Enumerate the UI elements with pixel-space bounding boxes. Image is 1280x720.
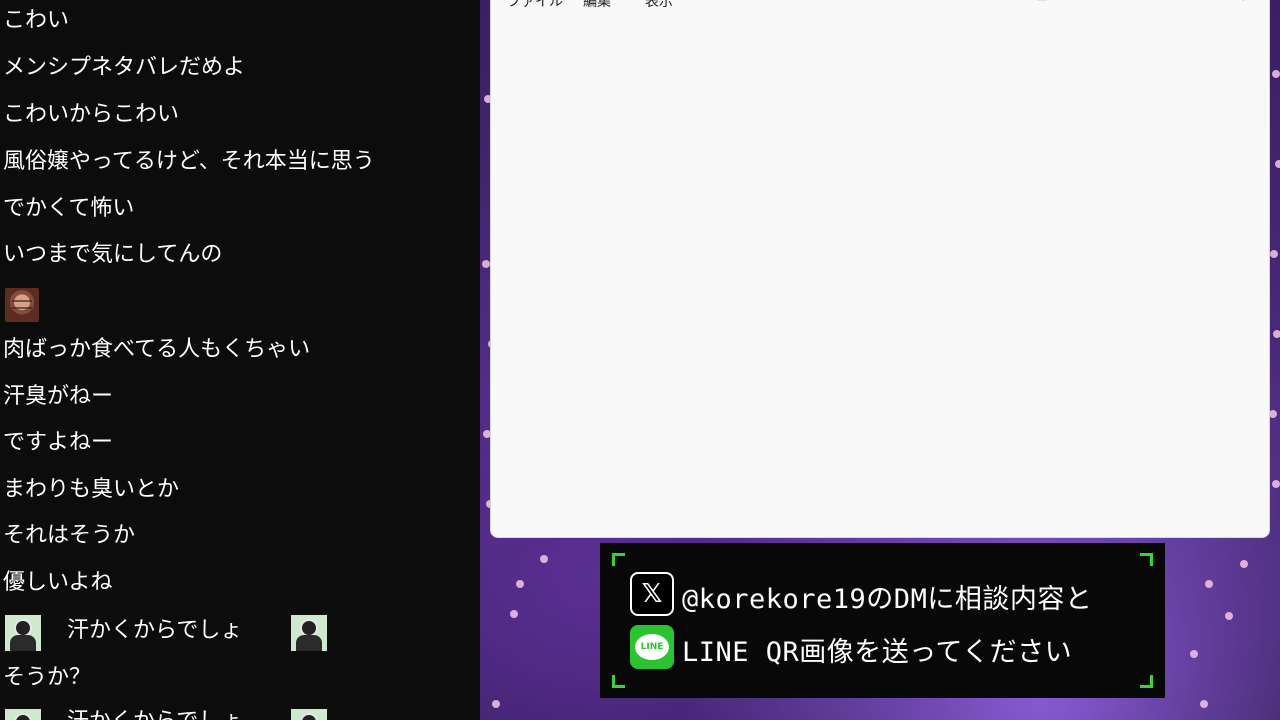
chat-message: ですよねー [3, 430, 114, 455]
chat-message: 汗臭がねー [3, 384, 114, 409]
chat-message: そうか？ [3, 665, 92, 690]
chat-message: こわいからこわい [3, 102, 180, 127]
clear-format-icon[interactable]: ⌫ [1097, 0, 1117, 5]
chat-message: 肉ばっか食べてる人もくちゃい [3, 337, 311, 362]
chat-message: 風俗嬢やってるけど、それ本当に思う [3, 149, 375, 174]
notepad-window: ファイル 編集 表示 Ⅲ ⌄ ☰ ⌄ B I S̶ ∞ ⊞ ⌄ ⌫ ❖ ⚙ [490, 0, 1270, 538]
chat-message: 汗かくからでしょ [67, 618, 243, 643]
line-logo-icon: LINE [630, 625, 674, 669]
menu-edit[interactable]: 編集 [583, 0, 611, 11]
copilot-icon[interactable]: ❖ [1199, 0, 1212, 5]
x-logo-icon: 𝕏 [630, 572, 674, 616]
chat-message: それはそうか [3, 523, 136, 548]
chat-message: でかくて怖い [3, 196, 135, 221]
strikethrough-icon[interactable]: S̶ [961, 0, 970, 5]
chat-message: いつまで気にしてんの [3, 242, 223, 267]
table-icon[interactable]: ⊞ ⌄ [1036, 0, 1064, 5]
banner-line-1: @korekore19のDMに相談内容と [682, 584, 1093, 615]
list-icon[interactable]: ☰ ⌄ [831, 0, 860, 5]
chat-message: 汗かくからでしょ [67, 704, 242, 720]
corner-bracket-icon [612, 675, 625, 688]
contact-banner: 𝕏 @korekore19のDMに相談内容と LINE LINE QR画像を送っ… [600, 543, 1165, 698]
banner-line-2: LINE QR画像を送ってください [682, 637, 1073, 668]
avatar-emote-icon [5, 615, 41, 651]
italic-icon[interactable]: I [927, 0, 931, 5]
line-logo-label: LINE [635, 634, 669, 660]
chat-message: こわい [3, 8, 70, 33]
chat-message: まわりも臭いとか [3, 477, 180, 502]
corner-bracket-icon [612, 553, 625, 566]
heading-icon[interactable]: Ⅲ ⌄ [767, 0, 793, 5]
chat-message: 優しいよね [3, 570, 113, 595]
menu-view[interactable]: 表示 [645, 0, 673, 11]
link-icon[interactable]: ∞ [997, 0, 1009, 5]
chat-panel: こわい メンシプネタバレだめよ こわいからこわい 風俗嬢やってるけど、それ本当に… [0, 0, 480, 720]
chat-message: メンシプネタバレだめよ [3, 55, 246, 80]
corner-bracket-icon [1140, 553, 1153, 566]
menu-file[interactable]: ファイル [507, 0, 563, 11]
avatar-emote-icon [291, 615, 327, 651]
avatar-emote-icon [5, 709, 41, 720]
emote-face-icon [5, 288, 39, 322]
bold-icon[interactable]: B [893, 0, 904, 5]
text-editor-area[interactable] [491, 15, 1269, 537]
avatar-emote-icon [291, 709, 327, 720]
corner-bracket-icon [1140, 675, 1153, 688]
settings-gear-icon[interactable]: ⚙ [1237, 0, 1250, 5]
